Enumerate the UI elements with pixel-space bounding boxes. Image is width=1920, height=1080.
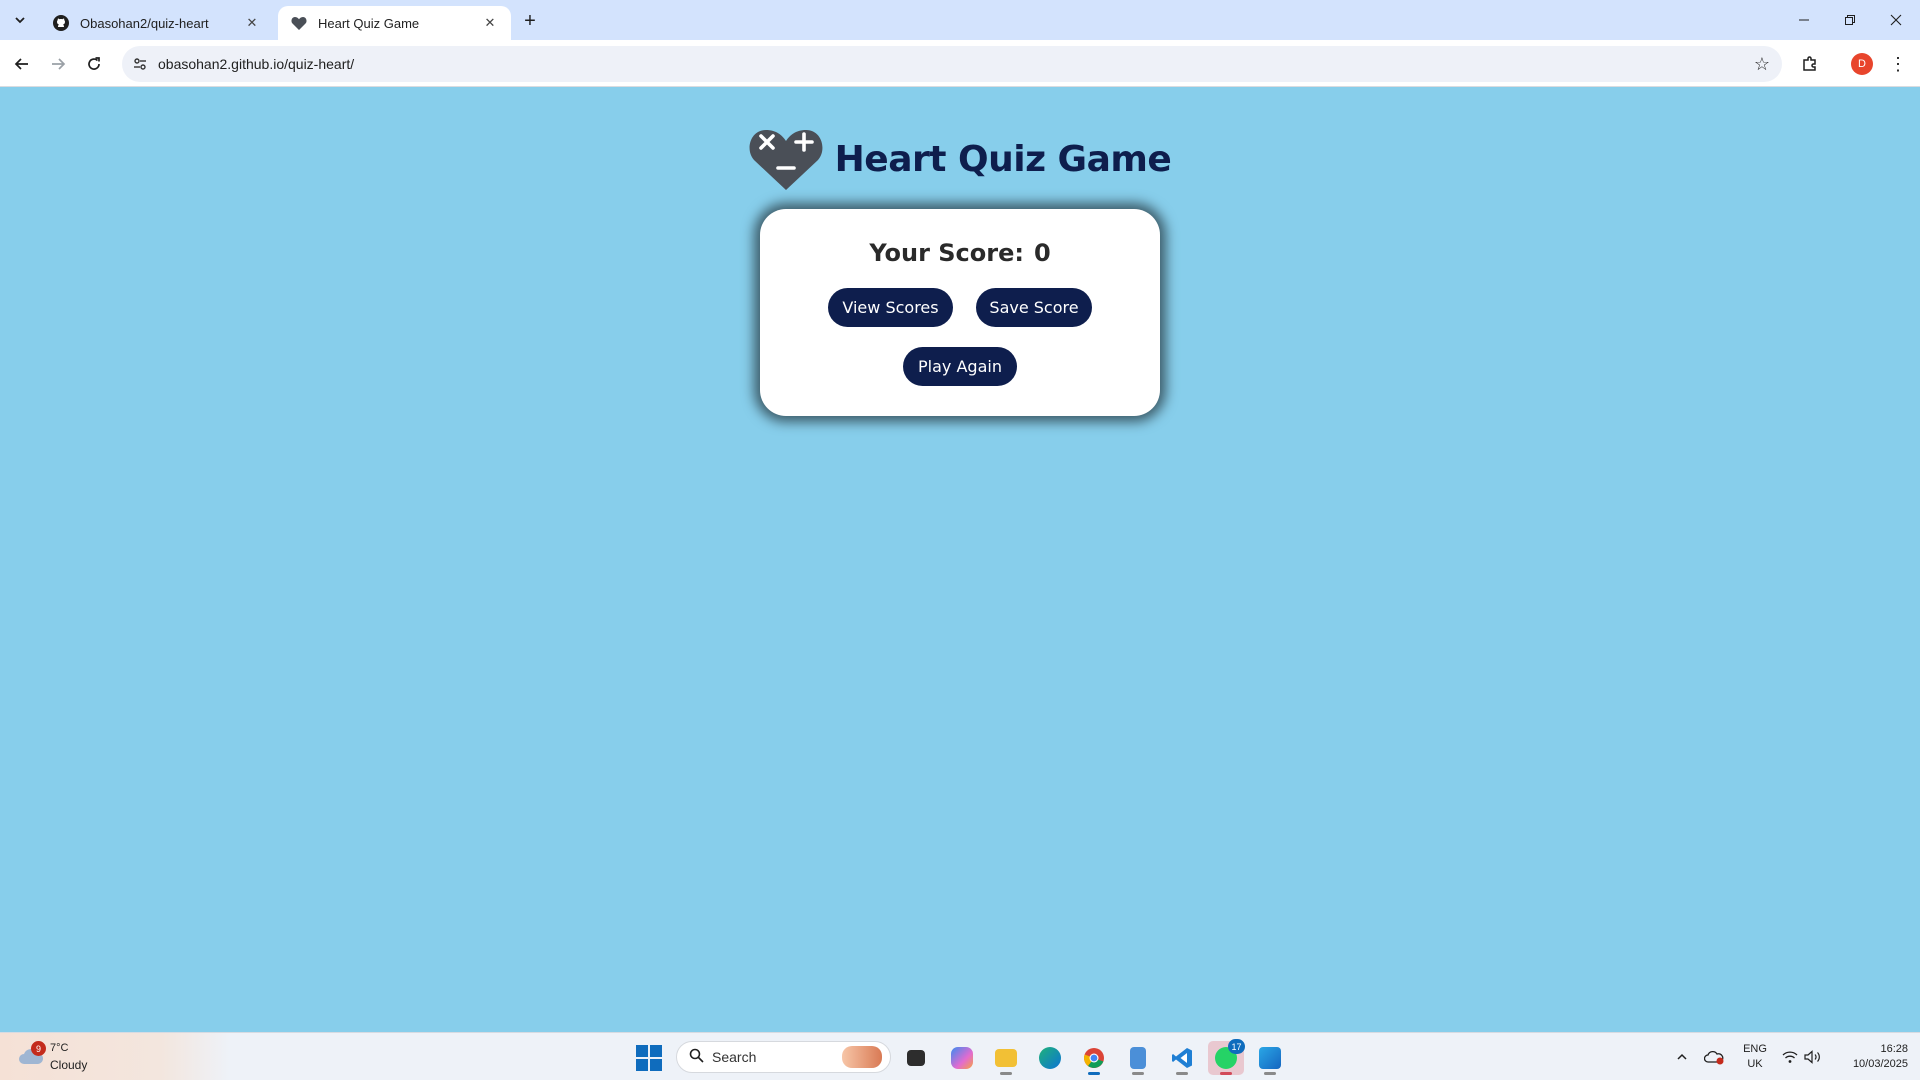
close-icon[interactable]: ✕	[243, 14, 261, 32]
running-indicator	[1088, 1072, 1100, 1075]
copilot-icon	[951, 1047, 973, 1069]
wifi-icon[interactable]	[1780, 1047, 1800, 1067]
browser-toolbar: obasohan2.github.io/quiz-heart/ ☆ D ⋮	[0, 40, 1920, 87]
weather-badge: 9	[31, 1041, 46, 1056]
running-indicator	[1264, 1072, 1276, 1075]
running-indicator	[1176, 1072, 1188, 1075]
vscode-icon	[1172, 1048, 1192, 1068]
restore-icon	[1845, 15, 1855, 25]
close-icon[interactable]: ✕	[481, 14, 499, 32]
task-view-app[interactable]	[898, 1041, 934, 1075]
bookmark-star-icon[interactable]: ☆	[1754, 54, 1770, 75]
restore-button[interactable]	[1828, 6, 1872, 34]
onedrive-icon[interactable]	[1703, 1047, 1725, 1067]
profile-avatar[interactable]: D	[1851, 53, 1873, 75]
lang-top: ENG	[1743, 1043, 1767, 1055]
taskbar: 9 7°C Cloudy Search 17 ENG UK 16:28 10/0…	[0, 1032, 1920, 1080]
tab-github[interactable]: Obasohan2/quiz-heart ✕	[40, 6, 273, 40]
close-window-button[interactable]	[1874, 6, 1918, 34]
search-icon	[689, 1048, 704, 1066]
whatsapp-app[interactable]: 17	[1208, 1039, 1245, 1075]
chrome-icon	[1084, 1048, 1104, 1068]
clock-date: 10/03/2025	[1852, 1058, 1908, 1070]
chrome-app[interactable]	[1076, 1041, 1112, 1075]
reload-button[interactable]	[80, 50, 108, 78]
menu-kebab-icon[interactable]: ⋮	[1884, 50, 1912, 78]
close-icon	[1890, 14, 1902, 26]
tab-title: Heart Quiz Game	[318, 15, 420, 31]
speaker-icon[interactable]	[1803, 1047, 1823, 1067]
weather-widget[interactable]: 9 7°C Cloudy	[0, 1033, 230, 1080]
task-view-icon	[907, 1050, 925, 1066]
folder-icon	[995, 1049, 1017, 1067]
puzzle-icon	[1803, 56, 1816, 71]
reload-icon	[88, 57, 100, 70]
search-highlight-image	[842, 1046, 882, 1068]
clock[interactable]: 16:28 10/03/2025	[1830, 1042, 1908, 1072]
lang-bottom: UK	[1747, 1058, 1763, 1070]
github-icon	[52, 14, 70, 32]
whatsapp-badge: 17	[1228, 1039, 1245, 1054]
chevron-up-icon[interactable]	[1672, 1047, 1692, 1067]
arrow-right-icon	[52, 58, 66, 70]
language-indicator[interactable]: ENG UK	[1740, 1042, 1770, 1072]
notepad-app[interactable]	[1120, 1041, 1156, 1075]
notepad-icon	[1130, 1047, 1146, 1069]
minimize-button[interactable]	[1782, 6, 1826, 34]
page-title: Heart Quiz Game	[834, 138, 1172, 180]
page-content: Heart Quiz Game Your Score: 0 View Scores…	[0, 88, 1920, 1032]
running-indicator	[1000, 1072, 1012, 1075]
start-windows-icon[interactable]	[636, 1045, 662, 1071]
minimize-icon	[1799, 19, 1809, 21]
save-score-button[interactable]: Save Score	[976, 288, 1092, 327]
running-indicator	[1220, 1072, 1232, 1075]
tab-search-button[interactable]	[8, 8, 32, 32]
score-line: Your Score: 0	[760, 239, 1160, 267]
extensions-button[interactable]	[1796, 50, 1824, 78]
url-text: obasohan2.github.io/quiz-heart/	[158, 56, 355, 72]
heart-icon	[290, 14, 308, 32]
heart-calculator-logo-icon	[749, 130, 823, 190]
search-placeholder: Search	[712, 1049, 757, 1065]
photos-icon	[1259, 1047, 1281, 1069]
photos-app[interactable]	[1252, 1041, 1288, 1075]
chevron-down-icon	[15, 17, 25, 24]
file-explorer-app[interactable]	[988, 1041, 1024, 1075]
taskbar-search[interactable]: Search	[676, 1041, 891, 1073]
edge-icon	[1039, 1047, 1061, 1069]
address-bar[interactable]: obasohan2.github.io/quiz-heart/ ☆	[122, 46, 1782, 82]
page-header: Heart Quiz Game	[0, 126, 1920, 192]
score-value: 0	[1033, 239, 1051, 267]
score-card: Your Score: 0 View Scores Save Score Play…	[760, 209, 1160, 416]
site-settings-icon[interactable]	[122, 46, 158, 82]
score-label: Your Score:	[869, 239, 1024, 267]
running-indicator	[1132, 1072, 1144, 1075]
weather-desc: Cloudy	[50, 1058, 88, 1072]
new-tab-button[interactable]: +	[518, 9, 542, 33]
play-again-button[interactable]: Play Again	[903, 347, 1017, 386]
view-scores-button[interactable]: View Scores	[828, 288, 953, 327]
weather-temp: 7°C	[50, 1042, 69, 1054]
vscode-app[interactable]	[1164, 1041, 1200, 1075]
arrow-left-icon	[14, 58, 28, 70]
tab-title: Obasohan2/quiz-heart	[80, 15, 209, 31]
edge-app[interactable]	[1032, 1041, 1068, 1075]
back-button[interactable]	[8, 50, 36, 78]
forward-button[interactable]	[44, 50, 72, 78]
clock-time: 16:28	[1880, 1043, 1908, 1055]
tab-strip: Obasohan2/quiz-heart ✕ Heart Quiz Game ✕…	[0, 0, 1920, 40]
tab-heart-quiz[interactable]: Heart Quiz Game ✕	[278, 6, 511, 40]
copilot-app[interactable]	[944, 1041, 980, 1075]
